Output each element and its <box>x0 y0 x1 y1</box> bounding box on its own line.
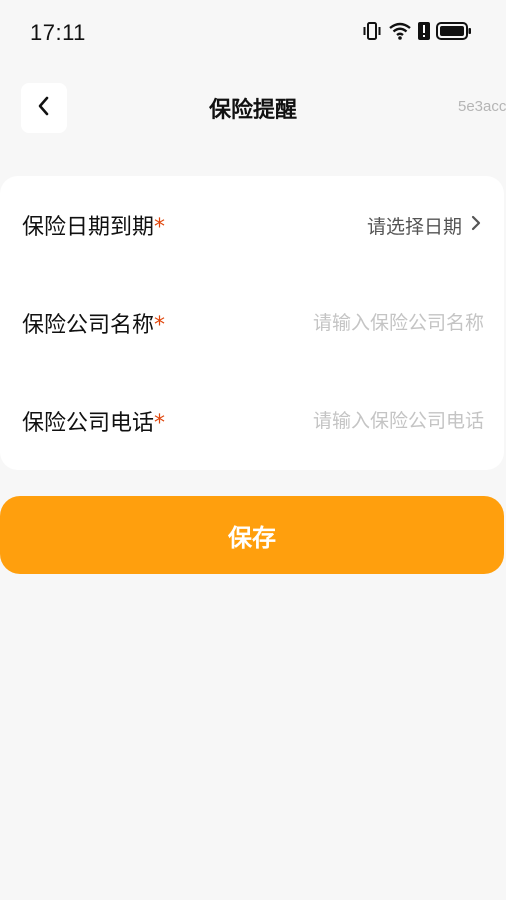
date-row[interactable]: 保险日期到期* 请选择日期 <box>0 176 504 274</box>
form-card: 保险日期到期* 请选择日期 保险公司名称* 保险公司电话* <box>0 176 504 470</box>
battery-icon <box>436 21 472 45</box>
company-phone-label: 保险公司电话* <box>22 405 165 437</box>
company-name-label: 保险公司名称* <box>22 307 165 339</box>
wifi-icon <box>388 21 412 45</box>
company-phone-input[interactable] <box>264 410 484 432</box>
date-label: 保险日期到期* <box>22 209 165 241</box>
status-bar: 17:11 <box>0 0 506 64</box>
nav-bar: 保险提醒 5e3acc <box>0 80 506 136</box>
company-name-label-text: 保险公司名称 <box>22 313 155 338</box>
status-time: 17:11 <box>30 20 86 45</box>
required-mark: * <box>154 411 166 436</box>
date-label-text: 保险日期到期 <box>22 215 155 240</box>
required-mark: * <box>154 215 166 240</box>
vibrate-icon <box>362 21 382 45</box>
status-icons <box>362 21 472 45</box>
company-name-row: 保险公司名称* <box>0 274 504 372</box>
alert-icon <box>418 21 430 45</box>
company-name-input[interactable] <box>264 312 484 334</box>
date-value: 请选择日期 <box>366 215 462 238</box>
date-picker[interactable]: 请选择日期 <box>367 212 482 239</box>
company-phone-label-text: 保险公司电话 <box>22 411 155 436</box>
company-phone-row: 保险公司电话* <box>0 372 504 470</box>
nav-id-text: 5e3acc <box>458 98 506 115</box>
required-mark: * <box>154 313 166 338</box>
save-button[interactable]: 保存 <box>0 496 504 574</box>
chevron-right-icon <box>470 213 482 238</box>
page-title: 保险提醒 <box>208 98 297 123</box>
